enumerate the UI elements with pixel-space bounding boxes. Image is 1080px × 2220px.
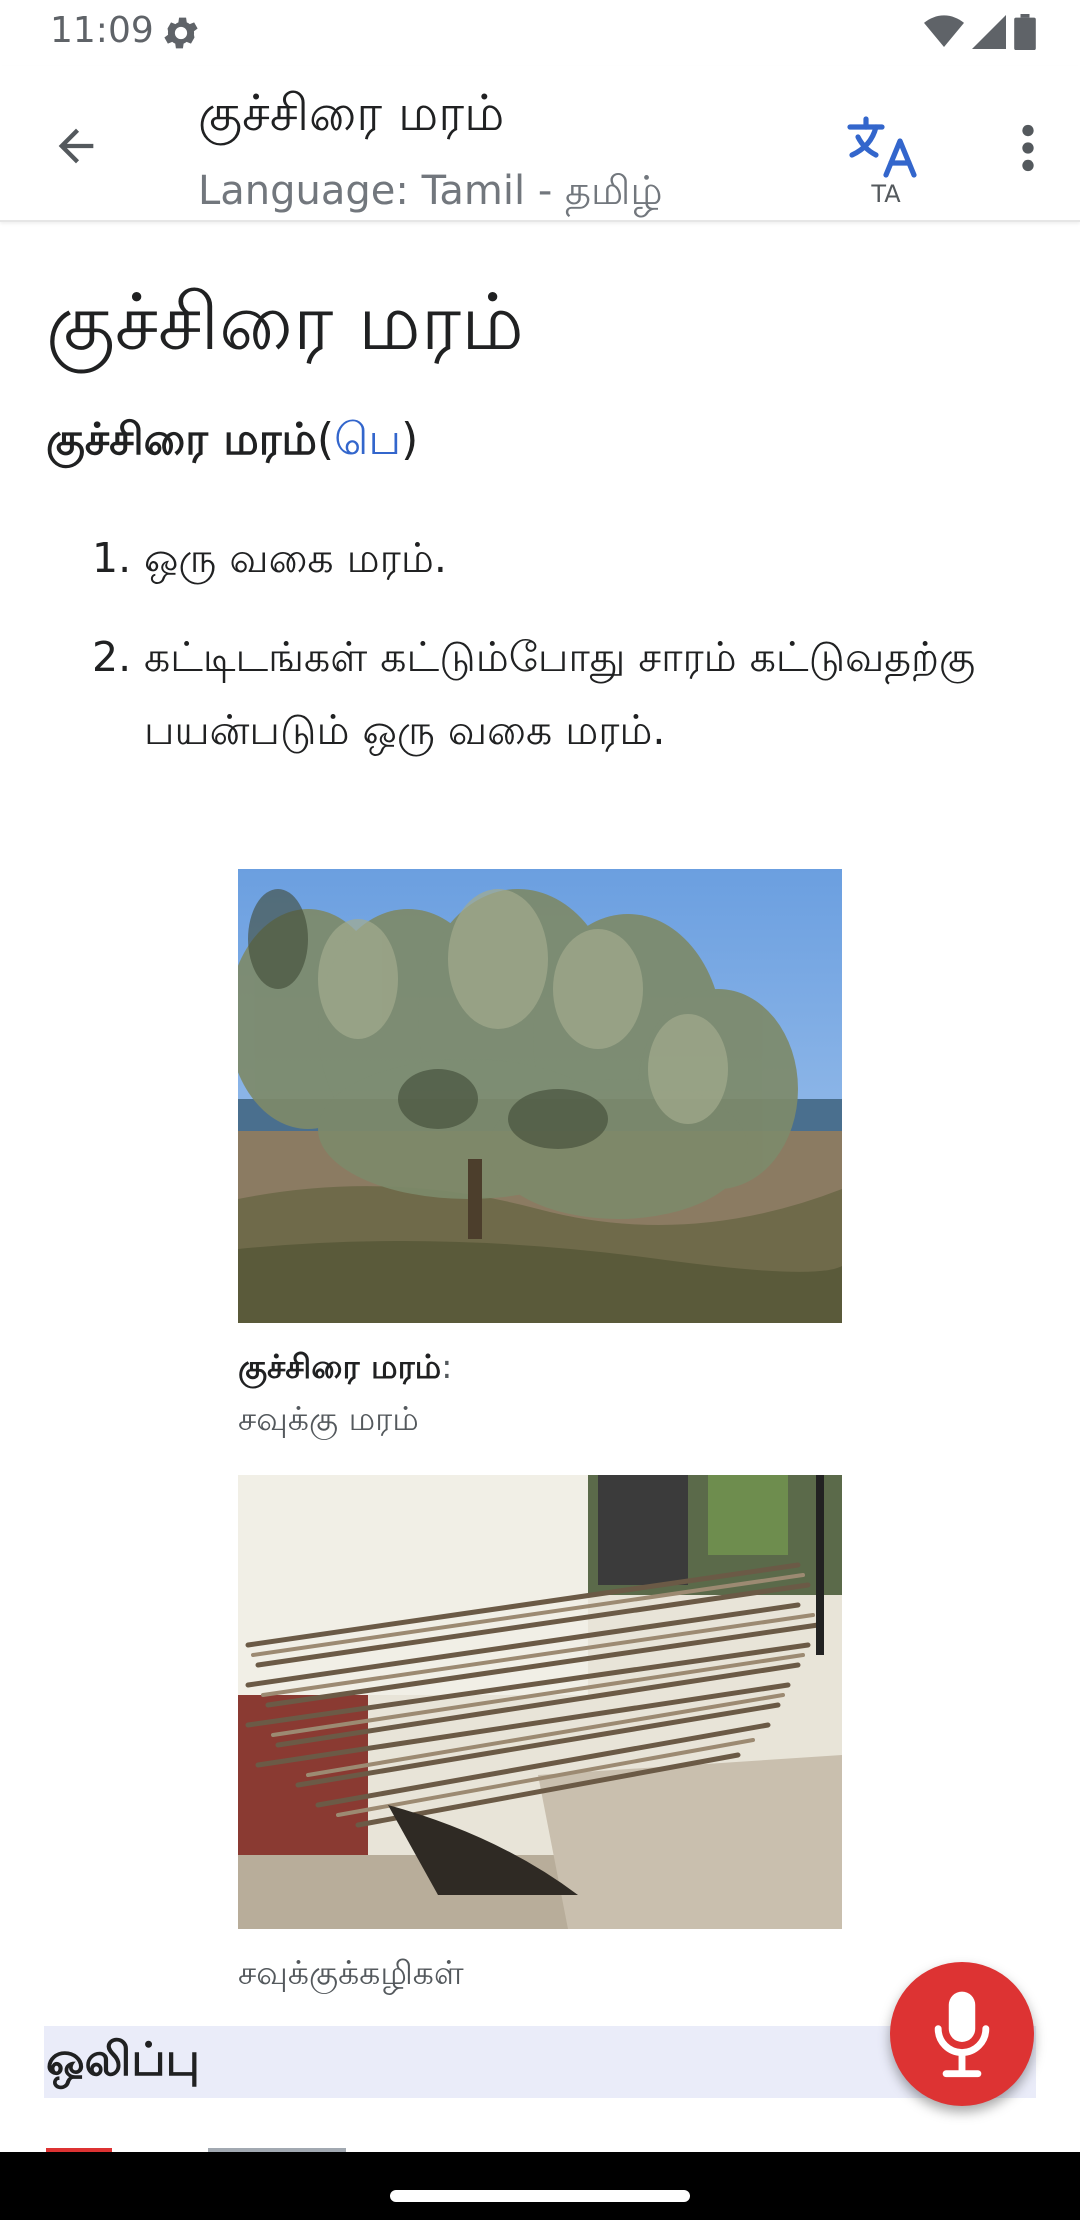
- back-button[interactable]: [40, 110, 112, 182]
- caption-separator: :: [441, 1347, 453, 1386]
- definition-number: 1.: [92, 534, 132, 582]
- tree-image[interactable]: [238, 869, 842, 1323]
- paren-close: ): [401, 414, 419, 465]
- more-options-button[interactable]: [1000, 112, 1056, 184]
- language-button[interactable]: TA: [846, 112, 926, 212]
- settings-icon: [160, 12, 202, 54]
- signal-icon: [972, 15, 1006, 53]
- microphone-icon: [934, 1991, 990, 2078]
- status-icons: [924, 14, 1036, 54]
- app-subtitle[interactable]: Language: Tamil - தமிழ்: [198, 168, 663, 219]
- caption-text: சவுக்குக்கழிகள்: [238, 1953, 464, 1992]
- paren-open: (: [316, 414, 335, 465]
- definition-list: 1. ஒரு வகை மரம். 2. கட்டிடங்கள் கட்டும்ப…: [92, 522, 992, 793]
- page-heading: குச்சிரை மரம்: [46, 278, 524, 368]
- definition-text: கட்டிடங்கள் கட்டும்போது சாரம் கட்டுவதற்க…: [144, 633, 976, 754]
- definition-number: 2.: [92, 633, 132, 681]
- section-title: ஒலிப்பு: [46, 2031, 200, 2086]
- home-indicator[interactable]: [390, 2190, 690, 2202]
- translate-icon: [847, 116, 917, 178]
- headword: குச்சிரை மரம்: [46, 414, 317, 465]
- part-of-speech-link[interactable]: பெ: [334, 414, 401, 465]
- headword-line: குச்சிரை மரம்(பெ): [46, 414, 418, 471]
- definition-item: 2. கட்டிடங்கள் கட்டும்போது சாரம் கட்டுவத…: [92, 621, 992, 767]
- back-arrow-icon: [58, 128, 94, 164]
- section-header-pronunciation[interactable]: ஒலிப்பு: [44, 2026, 1036, 2098]
- system-nav-bar: [0, 2152, 1080, 2220]
- definition-text: ஒரு வகை மரம்.: [144, 534, 447, 582]
- battery-icon: [1014, 14, 1036, 54]
- figure-tree: குச்சிரை மரம்: சவுக்கு மரம்: [238, 869, 842, 1445]
- figure-caption: குச்சிரை மரம்: சவுக்கு மரம்: [238, 1341, 842, 1445]
- caption-text: சவுக்கு மரம்: [238, 1399, 419, 1438]
- figure-caption: சவுக்குக்கழிகள்: [238, 1947, 842, 1999]
- language-code: TA: [871, 180, 901, 208]
- more-vert-icon: [1022, 124, 1034, 172]
- definition-item: 1. ஒரு வகை மரம்.: [92, 522, 992, 595]
- app-title: குச்சிரை மரம்: [198, 84, 505, 142]
- status-bar: 11:09: [0, 0, 1080, 66]
- caption-bold: குச்சிரை மரம்: [238, 1347, 442, 1386]
- figure-poles: சவுக்குக்கழிகள்: [238, 1475, 842, 1999]
- voice-search-button[interactable]: [890, 1962, 1034, 2106]
- poles-image[interactable]: [238, 1475, 842, 1929]
- status-time: 11:09: [50, 10, 154, 51]
- page: 11:09 குச்சிரை மரம் Language: Tamil - தம…: [0, 0, 1080, 2220]
- wifi-icon: [924, 15, 964, 53]
- app-bar: குச்சிரை மரம் Language: Tamil - தமிழ் TA: [0, 66, 1080, 222]
